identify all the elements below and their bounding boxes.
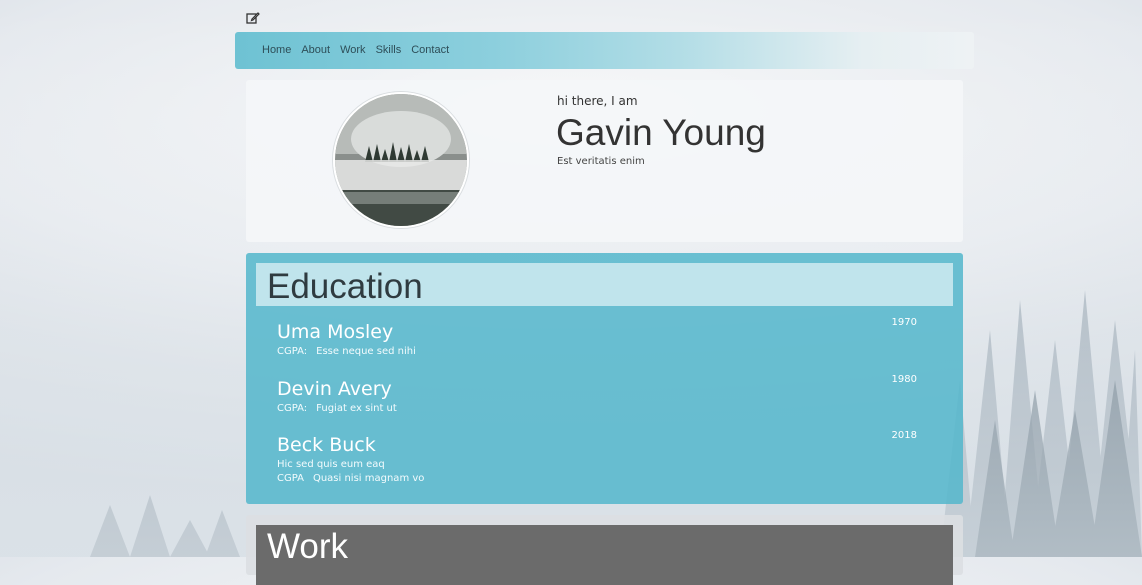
cgpa-value: Fugiat ex sint ut bbox=[316, 403, 397, 414]
education-item-year: 1970 bbox=[891, 317, 917, 328]
nav-item-work[interactable]: Work bbox=[340, 44, 365, 56]
cgpa-label: CGPA bbox=[277, 473, 304, 484]
education-item-cgpa: CGPA: Fugiat ex sint ut bbox=[277, 403, 917, 414]
cgpa-label: CGPA: bbox=[277, 346, 308, 357]
navbar: Home About Work Skills Contact bbox=[235, 32, 974, 69]
education-section: Education Uma Mosley 1970 CGPA: Esse nequ… bbox=[246, 253, 963, 504]
cgpa-value: Quasi nisi magnam vo bbox=[312, 473, 425, 484]
profile-tagline: Est veritatis enim bbox=[557, 156, 645, 167]
cgpa-label: CGPA: bbox=[277, 403, 308, 414]
education-item-cgpa: CGPA: Esse neque sed nihi bbox=[277, 346, 917, 357]
education-item-name: Uma Mosley bbox=[277, 321, 394, 343]
education-item-cgpa: CGPA Quasi nisi magnam vo bbox=[277, 473, 917, 484]
education-item: Beck Buck 2018 Hic sed quis eum eaq CGPA… bbox=[277, 430, 917, 484]
nav-item-about[interactable]: About bbox=[301, 44, 330, 56]
education-item-year: 2018 bbox=[891, 430, 917, 441]
work-title-bar: Work bbox=[256, 525, 953, 585]
work-title: Work bbox=[267, 527, 349, 566]
cgpa-value: Esse neque sed nihi bbox=[316, 346, 416, 357]
education-item-description: Hic sed quis eum eaq bbox=[277, 459, 385, 470]
education-item: Devin Avery 1980 CGPA: Fugiat ex sint ut bbox=[277, 374, 917, 414]
education-item-year: 1980 bbox=[891, 374, 917, 385]
nav-item-skills[interactable]: Skills bbox=[376, 44, 402, 56]
greeting-text: hi there, I am bbox=[557, 94, 638, 108]
profile-card: hi there, I am Gavin Young Est veritatis… bbox=[246, 80, 963, 242]
nav-menu: Home About Work Skills Contact bbox=[262, 44, 449, 56]
nav-item-contact[interactable]: Contact bbox=[411, 44, 449, 56]
profile-name: Gavin Young bbox=[556, 112, 766, 153]
education-title: Education bbox=[267, 267, 423, 306]
work-section: Work bbox=[246, 515, 963, 585]
education-item-name: Devin Avery bbox=[277, 378, 392, 400]
education-title-bar: Education bbox=[256, 263, 953, 306]
education-item-name: Beck Buck bbox=[277, 434, 376, 456]
edit-icon[interactable] bbox=[246, 10, 260, 24]
avatar bbox=[333, 92, 469, 228]
education-item: Uma Mosley 1970 CGPA: Esse neque sed nihi bbox=[277, 317, 917, 357]
nav-item-home[interactable]: Home bbox=[262, 44, 291, 56]
